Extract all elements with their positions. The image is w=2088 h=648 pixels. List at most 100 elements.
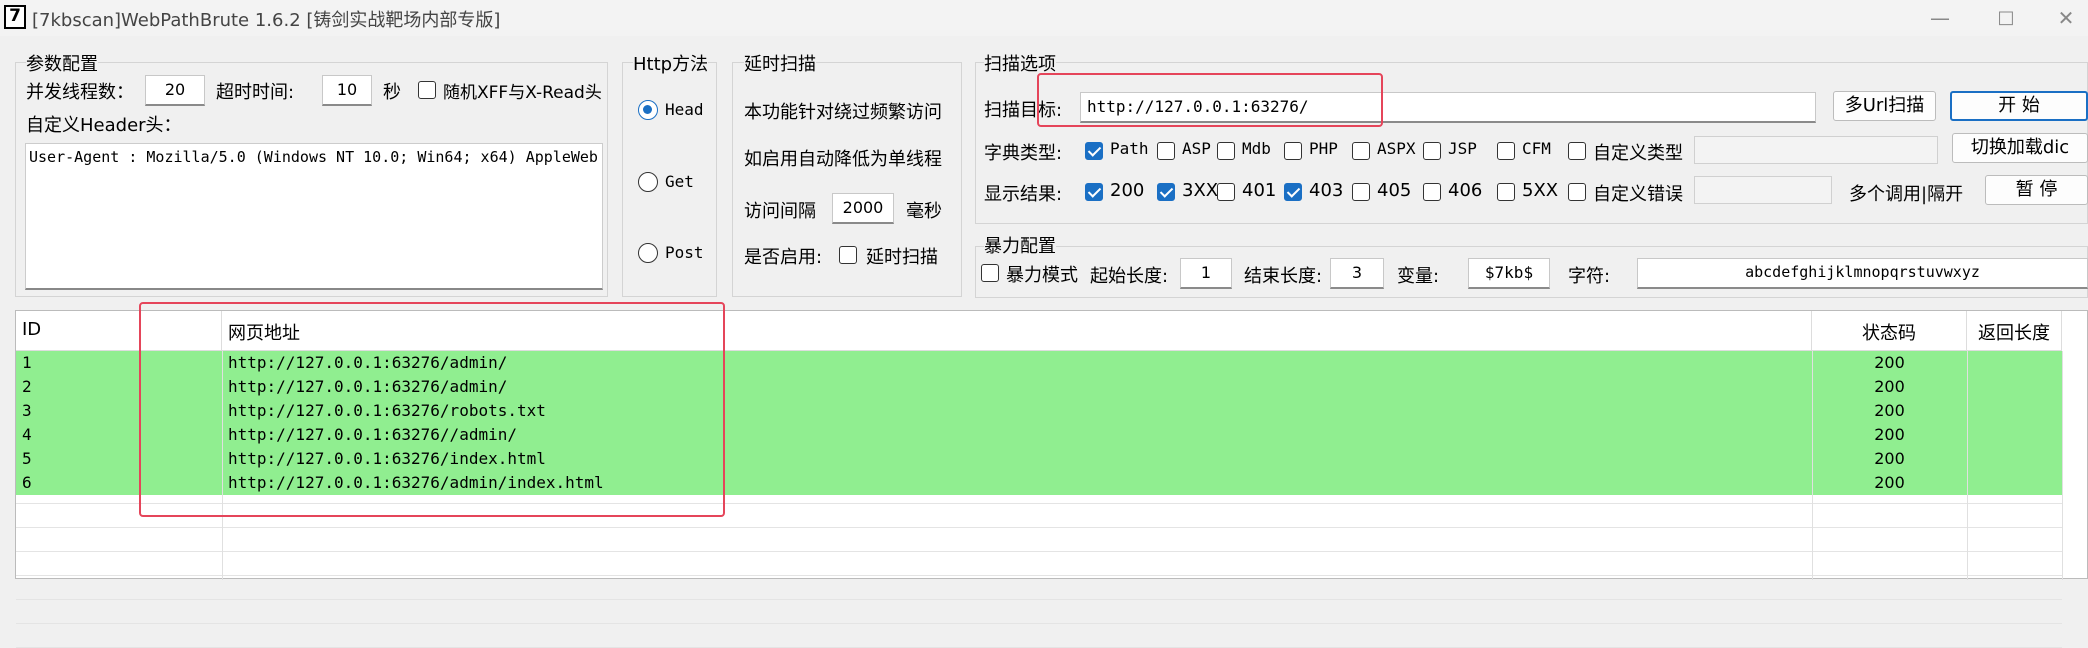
dict-type-checkbox-1[interactable] bbox=[1157, 142, 1175, 160]
timeout-unit: 秒 bbox=[383, 82, 401, 103]
delay-desc-1: 本功能针对绕过频繁访问 bbox=[744, 102, 942, 123]
row-gridline bbox=[16, 551, 2062, 552]
threads-input[interactable]: 20 bbox=[145, 75, 205, 106]
cell-length bbox=[1967, 447, 2062, 471]
dict-type-checkbox-6[interactable] bbox=[1497, 142, 1515, 160]
maximize-button[interactable]: □ bbox=[1986, 4, 2026, 32]
show-result-label: 显示结果: bbox=[984, 184, 1063, 205]
dict-type-label-4: ASPX bbox=[1377, 139, 1416, 158]
dict-type-checkbox-3[interactable] bbox=[1284, 142, 1302, 160]
interval-input[interactable]: 2000 bbox=[832, 193, 894, 224]
method-post-label: Post bbox=[665, 243, 704, 262]
dict-type-label-5: JSP bbox=[1448, 139, 1477, 158]
show-code-label-4: 405 bbox=[1377, 180, 1412, 201]
brute-mode-checkbox[interactable] bbox=[981, 264, 999, 282]
timeout-label: 超时时间: bbox=[216, 82, 295, 103]
custom-error-input[interactable] bbox=[1694, 176, 1832, 204]
start-button[interactable]: 开 始 bbox=[1950, 91, 2088, 121]
end-length-input[interactable]: 3 bbox=[1330, 258, 1384, 289]
show-code-label-1: 3XX bbox=[1182, 180, 1219, 201]
start-length-input[interactable]: 1 bbox=[1180, 258, 1232, 289]
cell-status: 200 bbox=[1874, 401, 1905, 420]
variable-label: 变量: bbox=[1397, 266, 1440, 287]
header-label: 自定义Header头： bbox=[26, 115, 182, 136]
interval-label: 访问间隔 bbox=[744, 201, 816, 222]
end-length-label: 结束长度: bbox=[1244, 266, 1323, 287]
show-code-label-0: 200 bbox=[1110, 180, 1145, 201]
dict-type-label-6: CFM bbox=[1522, 139, 1551, 158]
show-code-checkbox-7[interactable] bbox=[1568, 183, 1586, 201]
show-code-checkbox-4[interactable] bbox=[1352, 183, 1370, 201]
delay-group-title: 延时扫描 bbox=[744, 50, 816, 76]
cell-status: 200 bbox=[1874, 449, 1905, 468]
show-code-checkbox-5[interactable] bbox=[1423, 183, 1441, 201]
method-head-label: Head bbox=[665, 100, 704, 119]
row-gridline bbox=[16, 623, 2062, 624]
brute-group-title: 暴力配置 bbox=[984, 232, 1056, 258]
brute-mode-label: 暴力模式 bbox=[1006, 265, 1078, 286]
dict-type-label-0: Path bbox=[1110, 139, 1149, 158]
window-title: [7kbscan]WebPathBrute 1.6.2 [铸剑实战靶场内部专版] bbox=[32, 10, 501, 31]
row-gridline bbox=[16, 599, 2062, 600]
show-code-label-7: 自定义错误 bbox=[1593, 184, 1683, 205]
show-code-label-2: 401 bbox=[1242, 180, 1277, 201]
cell-status: 200 bbox=[1874, 425, 1905, 444]
dict-type-checkbox-5[interactable] bbox=[1423, 142, 1441, 160]
dict-type-checkbox-4[interactable] bbox=[1352, 142, 1370, 160]
row-gridline bbox=[16, 527, 2062, 528]
cell-length bbox=[1967, 471, 2062, 495]
dict-type-label-3: PHP bbox=[1309, 139, 1338, 158]
show-code-checkbox-1[interactable] bbox=[1157, 183, 1175, 201]
switch-dict-button[interactable]: 切换加载dic bbox=[1952, 133, 2088, 163]
method-post-radio[interactable] bbox=[638, 243, 658, 263]
header-textarea[interactable]: User-Agent : Mozilla/5.0 (Windows NT 10.… bbox=[25, 143, 603, 290]
delay-enable-checkbox[interactable] bbox=[839, 246, 857, 264]
minimize-button[interactable]: — bbox=[1920, 4, 1960, 32]
close-button[interactable]: ✕ bbox=[2046, 4, 2086, 32]
col-header-length[interactable]: 返回长度 bbox=[1967, 311, 2062, 351]
dict-type-checkbox-2[interactable] bbox=[1217, 142, 1235, 160]
cell-status: 200 bbox=[1874, 353, 1905, 372]
http-method-title: Http方法 bbox=[633, 50, 709, 76]
title-bar: 7 [7kbscan]WebPathBrute 1.6.2 [铸剑实战靶场内部专… bbox=[0, 0, 2088, 36]
col-header-status[interactable]: 状态码 bbox=[1812, 311, 1967, 351]
charset-input[interactable]: abcdefghijklmnopqrstuvwxyz bbox=[1637, 258, 2088, 289]
delay-enable-cb-label: 延时扫描 bbox=[866, 247, 938, 268]
dict-type-checkbox-0[interactable] bbox=[1085, 142, 1103, 160]
row-gridline bbox=[16, 575, 2062, 576]
show-code-checkbox-6[interactable] bbox=[1497, 183, 1515, 201]
dict-type-label: 字典类型: bbox=[984, 143, 1063, 164]
cell-status: 200 bbox=[1874, 377, 1905, 396]
cell-length bbox=[1967, 351, 2062, 375]
cell-status: 200 bbox=[1874, 473, 1905, 492]
cell-length bbox=[1967, 399, 2062, 423]
start-length-label: 起始长度: bbox=[1090, 266, 1169, 287]
dict-type-checkbox-7[interactable] bbox=[1568, 142, 1586, 160]
annotation-box-target bbox=[1037, 73, 1383, 127]
show-code-checkbox-0[interactable] bbox=[1085, 183, 1103, 201]
custom-dict-input[interactable] bbox=[1694, 136, 1938, 164]
timeout-input[interactable]: 10 bbox=[322, 75, 372, 106]
enable-label: 是否启用: bbox=[744, 247, 823, 268]
method-get-radio[interactable] bbox=[638, 172, 658, 192]
show-code-checkbox-3[interactable] bbox=[1284, 183, 1302, 201]
random-xff-checkbox[interactable] bbox=[418, 81, 436, 99]
method-head-radio[interactable] bbox=[638, 100, 658, 120]
column-divider bbox=[1812, 351, 1813, 580]
pause-button[interactable]: 暂 停 bbox=[1985, 175, 2088, 205]
dict-type-label-1: ASP bbox=[1182, 139, 1211, 158]
threads-label: 并发线程数： bbox=[26, 82, 134, 103]
cell-length bbox=[1967, 375, 2062, 399]
params-group-title: 参数配置 bbox=[26, 50, 98, 76]
multi-url-button[interactable]: 多Url扫描 bbox=[1833, 91, 1936, 121]
dict-type-label-7: 自定义类型 bbox=[1593, 143, 1683, 164]
show-code-label-3: 403 bbox=[1309, 180, 1344, 201]
random-xff-label: 随机XFF与X-Read头 bbox=[443, 83, 602, 103]
column-divider bbox=[2062, 351, 2063, 580]
charset-label: 字符: bbox=[1568, 266, 1611, 287]
dict-type-label-2: Mdb bbox=[1242, 139, 1271, 158]
cell-length bbox=[1967, 423, 2062, 447]
app-icon: 7 bbox=[4, 5, 26, 29]
show-code-checkbox-2[interactable] bbox=[1217, 183, 1235, 201]
variable-input[interactable]: $7kb$ bbox=[1468, 258, 1550, 289]
